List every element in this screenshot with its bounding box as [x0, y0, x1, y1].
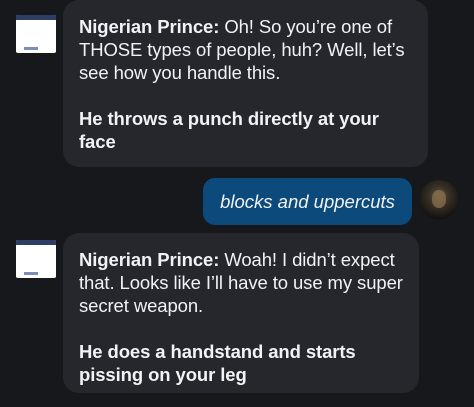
avatar-face	[432, 190, 446, 208]
user-message-bubble[interactable]: blocks and uppercuts	[203, 178, 412, 225]
avatar-footer-bar	[24, 47, 38, 50]
avatar-footer-bar	[24, 272, 38, 275]
message-text: Nigerian Prince: Woah! I didn’t expect t…	[79, 248, 403, 317]
bot-avatar-icon[interactable]	[16, 15, 56, 53]
message-text: Nigerian Prince: Oh! So you’re one of TH…	[79, 15, 412, 84]
bot-message-bubble[interactable]: Nigerian Prince: Oh! So you’re one of TH…	[63, 0, 428, 167]
speaker-name: Nigerian Prince:	[79, 249, 220, 270]
speaker-name: Nigerian Prince:	[79, 16, 220, 37]
action-text: He throws a punch directly at your face	[79, 108, 379, 152]
bot-message-bubble[interactable]: Nigerian Prince: Woah! I didn’t expect t…	[63, 233, 419, 393]
action-text: He does a handstand and starts pissing o…	[79, 341, 356, 385]
avatar-header-bar	[16, 240, 56, 245]
avatar-header-bar	[16, 15, 56, 20]
bot-avatar-icon[interactable]	[16, 240, 56, 278]
user-avatar-icon[interactable]	[419, 180, 459, 220]
